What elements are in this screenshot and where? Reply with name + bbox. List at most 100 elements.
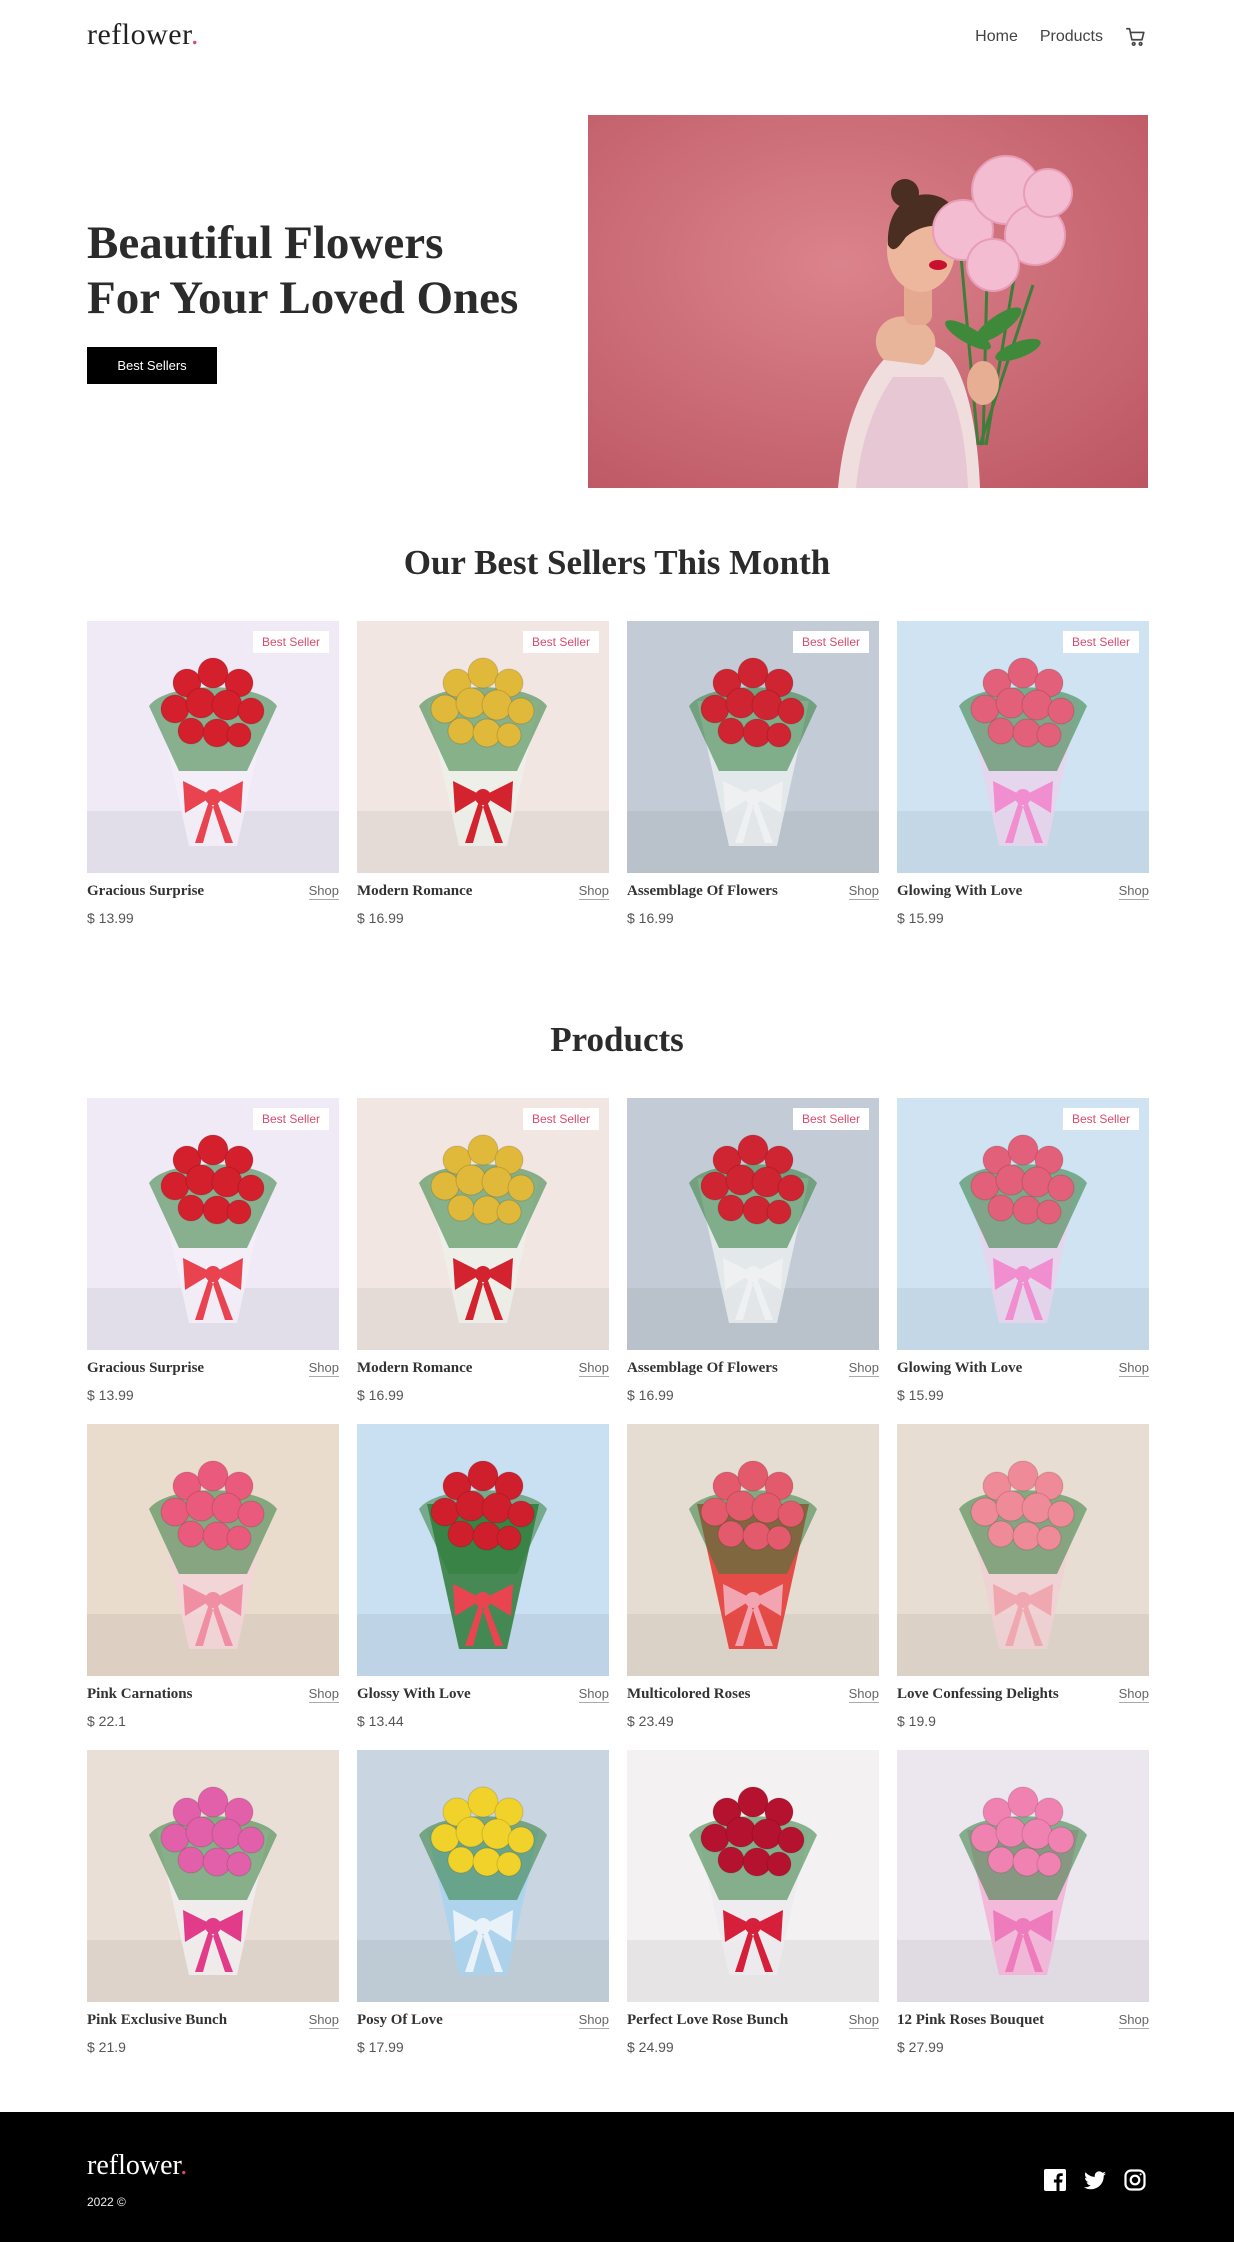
product-image[interactable]: Best Seller (87, 1098, 339, 1350)
shop-link[interactable]: Shop (578, 1686, 609, 1703)
shop-link[interactable]: Shop (308, 2012, 339, 2029)
nav-home-link[interactable]: Home (975, 28, 1018, 46)
best-seller-badge: Best Seller (1062, 631, 1139, 653)
product-name[interactable]: Multicolored Roses (627, 1686, 750, 1703)
shop-link[interactable]: Shop (1118, 1686, 1149, 1703)
bouquet-image (897, 1424, 1149, 1676)
product-image[interactable] (627, 1750, 879, 2002)
product-image[interactable]: Best Seller (627, 1098, 879, 1350)
product-name[interactable]: Posy Of Love (357, 2012, 443, 2029)
best-seller-card[interactable]: Best Seller Glowing With Love Shop $ 15.99 (897, 621, 1149, 947)
product-name[interactable]: 12 Pink Roses Bouquet (897, 2012, 1044, 2029)
product-name[interactable]: Pink Carnations (87, 1686, 192, 1703)
product-card[interactable]: 12 Pink Roses Bouquet Shop $ 27.99 (897, 1750, 1149, 2076)
product-image[interactable]: Best Seller (897, 621, 1149, 873)
social-links (1043, 2168, 1147, 2192)
product-name[interactable]: Love Confessing Delights (897, 1686, 1059, 1703)
product-name[interactable]: Assemblage Of Flowers (627, 1360, 778, 1377)
bouquet-image (627, 1424, 879, 1676)
twitter-icon[interactable] (1083, 2168, 1107, 2192)
shop-link[interactable]: Shop (308, 1360, 339, 1377)
shop-link[interactable]: Shop (578, 883, 609, 900)
products-grid: Best Seller Gracious Surprise Shop $ 13.99 B… (87, 1098, 1149, 2076)
instagram-icon[interactable] (1123, 2168, 1147, 2192)
product-card[interactable]: Glossy With Love Shop $ 13.44 (357, 1424, 609, 1750)
product-card[interactable]: Posy Of Love Shop $ 17.99 (357, 1750, 609, 2076)
product-image[interactable] (87, 1750, 339, 2002)
nav-products-link[interactable]: Products (1040, 28, 1103, 46)
bouquet-image (87, 621, 339, 873)
shop-link[interactable]: Shop (848, 1686, 879, 1703)
best-seller-badge: Best Seller (252, 631, 329, 653)
bouquet-image (897, 1750, 1149, 2002)
shop-link[interactable]: Shop (578, 2012, 609, 2029)
best-seller-card[interactable]: Best Seller Gracious Surprise Shop $ 13.99 (87, 621, 339, 947)
product-image[interactable]: Best Seller (87, 621, 339, 873)
hero-title-line-2: For Your Loved Ones (87, 272, 519, 324)
product-name[interactable]: Glossy With Love (357, 1686, 471, 1703)
product-image[interactable] (897, 1424, 1149, 1676)
product-card[interactable]: Multicolored Roses Shop $ 23.49 (627, 1424, 879, 1750)
copyright: 2022 © (87, 2195, 126, 2209)
shop-link[interactable]: Shop (308, 883, 339, 900)
product-price: $ 16.99 (627, 910, 674, 926)
product-image[interactable] (897, 1750, 1149, 2002)
bouquet-image (87, 1098, 339, 1350)
product-name[interactable]: Gracious Surprise (87, 883, 204, 900)
hero-title-line-1: Beautiful Flowers (87, 217, 444, 269)
best-seller-badge: Best Seller (522, 1108, 599, 1130)
product-image[interactable]: Best Seller (357, 621, 609, 873)
best-seller-card[interactable]: Best Seller Modern Romance Shop $ 16.99 (357, 621, 609, 947)
product-name[interactable]: Perfect Love Rose Bunch (627, 2012, 788, 2029)
product-name[interactable]: Assemblage Of Flowers (627, 883, 778, 900)
best-sellers-grid: Best Seller Gracious Surprise Shop $ 13.99 B… (87, 621, 1149, 947)
product-card[interactable]: Pink Exclusive Bunch Shop $ 21.9 (87, 1750, 339, 2076)
shop-link[interactable]: Shop (578, 1360, 609, 1377)
site-logo[interactable]: reflower. (87, 18, 199, 52)
shop-link[interactable]: Shop (308, 1686, 339, 1703)
product-price: $ 24.99 (627, 2039, 674, 2055)
facebook-icon[interactable] (1043, 2168, 1067, 2192)
product-image[interactable] (627, 1424, 879, 1676)
site-footer: reflower. 2022 © (0, 2112, 1234, 2242)
shop-link[interactable]: Shop (848, 883, 879, 900)
shop-link[interactable]: Shop (848, 1360, 879, 1377)
shop-link[interactable]: Shop (1118, 883, 1149, 900)
bouquet-image (357, 1098, 609, 1350)
footer-logo[interactable]: reflower. (87, 2150, 187, 2182)
product-name[interactable]: Glowing With Love (897, 1360, 1022, 1377)
best-seller-card[interactable]: Best Seller Assemblage Of Flowers Shop $ 16… (627, 621, 879, 947)
product-card[interactable]: Best Seller Modern Romance Shop $ 16.99 (357, 1098, 609, 1424)
bouquet-image (357, 1424, 609, 1676)
product-image[interactable]: Best Seller (897, 1098, 1149, 1350)
product-name[interactable]: Glowing With Love (897, 883, 1022, 900)
product-card[interactable]: Best Seller Gracious Surprise Shop $ 13.99 (87, 1098, 339, 1424)
product-card[interactable]: Pink Carnations Shop $ 22.1 (87, 1424, 339, 1750)
cart-icon[interactable] (1125, 26, 1147, 48)
product-name[interactable]: Modern Romance (357, 1360, 472, 1377)
product-image[interactable]: Best Seller (627, 621, 879, 873)
product-image[interactable] (87, 1424, 339, 1676)
footer-logo-dot: . (180, 2150, 188, 2181)
product-name[interactable]: Modern Romance (357, 883, 472, 900)
main-nav: Home Products (975, 26, 1147, 48)
product-price: $ 13.44 (357, 1713, 404, 1729)
product-card[interactable]: Perfect Love Rose Bunch Shop $ 24.99 (627, 1750, 879, 2076)
product-card[interactable]: Best Seller Glowing With Love Shop $ 15.99 (897, 1098, 1149, 1424)
product-name[interactable]: Pink Exclusive Bunch (87, 2012, 227, 2029)
best-sellers-button[interactable]: Best Sellers (87, 347, 217, 384)
product-card[interactable]: Love Confessing Delights Shop $ 19.9 (897, 1424, 1149, 1750)
product-image[interactable] (357, 1424, 609, 1676)
bouquet-image (897, 621, 1149, 873)
product-image[interactable] (357, 1750, 609, 2002)
product-price: $ 13.99 (87, 910, 134, 926)
product-image[interactable]: Best Seller (357, 1098, 609, 1350)
shop-link[interactable]: Shop (1118, 2012, 1149, 2029)
products-title: Products (550, 1020, 684, 1059)
logo-text: reflower (87, 18, 191, 51)
shop-link[interactable]: Shop (1118, 1360, 1149, 1377)
product-card[interactable]: Best Seller Assemblage Of Flowers Shop $ 16… (627, 1098, 879, 1424)
shop-link[interactable]: Shop (848, 2012, 879, 2029)
bouquet-image (627, 1098, 879, 1350)
product-name[interactable]: Gracious Surprise (87, 1360, 204, 1377)
